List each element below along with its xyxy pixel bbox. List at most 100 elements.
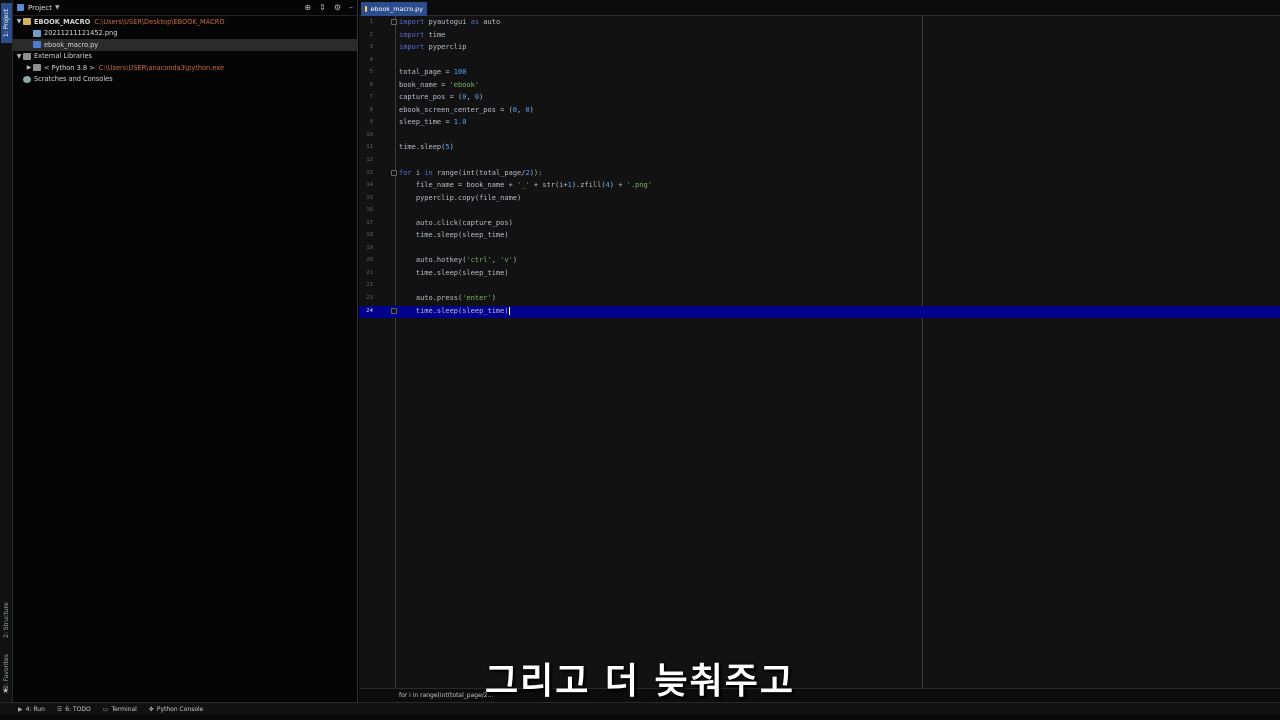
tree-item-label: Scratches and Consoles xyxy=(34,75,113,84)
tree-item[interactable]: ebook_macro.py xyxy=(13,39,357,51)
code-line[interactable]: 21 time.sleep(sleep_time) xyxy=(359,268,1280,281)
minimize-icon[interactable]: – xyxy=(349,3,353,12)
status-bar xyxy=(0,715,1280,720)
line-number: 14 xyxy=(366,182,373,189)
tree-item-path: C:\Users\USER\anaconda3\python.exe xyxy=(98,63,225,72)
code-line[interactable]: 1 import pyautogui as auto xyxy=(359,17,1280,30)
tree-item[interactable]: ▶ < Python 3.8 > C:\Users\USER\anaconda3\p… xyxy=(13,62,357,74)
code-line[interactable]: 8 ebook_screen_center_pos = (0, 0) xyxy=(359,105,1280,118)
gear-icon[interactable]: ⚙ xyxy=(334,3,341,12)
scratch-icon xyxy=(23,75,31,83)
code-editor: ebook_macro.py 1 import pyautogui as auto… xyxy=(359,0,1280,702)
code-line[interactable]: 3 import pyperclip xyxy=(359,42,1280,55)
project-panel-header: Project ▼ ⊕ ⇕ ⚙ – xyxy=(13,0,357,16)
code-line[interactable]: 2 import time xyxy=(359,30,1280,43)
fold-marker-icon[interactable] xyxy=(391,169,397,176)
code-text: time.sleep(sleep_time) xyxy=(399,306,510,315)
code-line[interactable]: 16 xyxy=(359,205,1280,218)
todo-tool-label: 6: TODO xyxy=(65,705,91,713)
code-text: import pyperclip xyxy=(399,43,467,52)
code-text: time.sleep(sleep_time) xyxy=(399,231,509,240)
tree-item-label: ebook_macro.py xyxy=(44,40,99,49)
tree-item[interactable]: ▼ EBOOK_MACRO C:\Users\USER\Desktop\EBOOK_… xyxy=(13,16,357,28)
run-tool-button[interactable]: ▶ 4: Run xyxy=(18,706,45,713)
png-icon xyxy=(33,29,41,37)
tree-item[interactable]: Scratches and Consoles xyxy=(13,74,357,86)
fold-marker-icon[interactable] xyxy=(391,19,397,25)
lib-icon xyxy=(23,52,31,60)
chevron-down-icon[interactable]: ▼ xyxy=(15,18,23,25)
code-line[interactable]: 11 time.sleep(5) xyxy=(359,142,1280,155)
folder-icon xyxy=(23,18,31,26)
text-caret xyxy=(508,306,510,315)
chevron-down-icon[interactable]: ▼ xyxy=(55,4,60,11)
python-console-tool-label: Python Console xyxy=(156,705,204,713)
panel-actions: ⊕ ⇕ ⚙ – xyxy=(304,3,353,12)
code-line[interactable]: 14 file_name = book_name + '_' + str(i+1… xyxy=(359,180,1280,193)
code-line[interactable]: 13 for i in range(int(total_page/2)): xyxy=(359,168,1280,181)
code-line[interactable]: 17 auto.click(capture_pos) xyxy=(359,218,1280,231)
todo-tool-button[interactable]: ☰ 6: TODO xyxy=(57,706,91,713)
code-line[interactable]: 6 book_name = 'ebook' xyxy=(359,80,1280,93)
code-text: import time xyxy=(399,30,446,39)
line-number: 4 xyxy=(369,56,373,63)
line-number: 16 xyxy=(366,207,373,214)
project-panel-title[interactable]: Project xyxy=(28,4,52,12)
line-number: 5 xyxy=(369,69,373,76)
run-tool-label: 4: Run xyxy=(25,705,45,713)
code-text: ebook_screen_center_pos = (0, 0) xyxy=(399,105,534,114)
code-text: total_page = 100 xyxy=(399,68,467,77)
fold-marker-icon[interactable] xyxy=(391,307,397,314)
tree-item-label: External Libraries xyxy=(34,52,92,61)
line-number: 8 xyxy=(369,106,373,113)
project-panel: Project ▼ ⊕ ⇕ ⚙ – ▼ EBOOK_MACRO C:\Users\U… xyxy=(13,0,358,702)
py-icon xyxy=(33,41,41,49)
code-line[interactable]: 9 sleep_time = 1.0 xyxy=(359,117,1280,130)
tree-item[interactable]: 20211211121452.png xyxy=(13,28,357,40)
code-text: sleep_time = 1.0 xyxy=(399,118,467,127)
python-icon: ✤ xyxy=(148,705,154,713)
editor-tab-label: ebook_macro.py xyxy=(370,5,423,13)
code-text: capture_pos = (0, 0) xyxy=(399,93,484,102)
code-line[interactable]: 23 auto.press('enter') xyxy=(359,293,1280,306)
code-text: book_name = 'ebook' xyxy=(399,80,480,89)
tree-item[interactable]: ▼ External Libraries xyxy=(13,51,357,63)
locate-icon[interactable]: ⊕ xyxy=(304,3,311,12)
code-line[interactable]: 10 xyxy=(359,130,1280,143)
code-line[interactable]: 7 capture_pos = (0, 0) xyxy=(359,92,1280,105)
python-console-tool-button[interactable]: ✤ Python Console xyxy=(149,706,204,713)
code-line[interactable]: 5 total_page = 100 xyxy=(359,67,1280,80)
code-text: auto.click(capture_pos) xyxy=(399,218,513,227)
line-number: 3 xyxy=(369,44,373,51)
editor-tab-ebook-macro[interactable]: ebook_macro.py xyxy=(361,2,427,16)
line-number: 12 xyxy=(366,157,373,164)
code-line[interactable]: 19 xyxy=(359,243,1280,256)
code-line[interactable]: 12 xyxy=(359,155,1280,168)
collapse-icon[interactable]: ⇕ xyxy=(319,3,326,12)
line-number: 21 xyxy=(366,269,373,276)
terminal-tool-button[interactable]: ▭ Terminal xyxy=(103,706,137,713)
chevron-right-icon[interactable]: ▶ xyxy=(25,64,33,71)
chevron-down-icon[interactable]: ▼ xyxy=(15,53,23,60)
play-icon: ▶ xyxy=(18,705,23,713)
structure-tool-tab[interactable]: 2: Structure xyxy=(1,600,12,640)
line-number: 24 xyxy=(366,307,373,314)
code-line[interactable]: 18 time.sleep(sleep_time) xyxy=(359,230,1280,243)
code-line[interactable]: 4 xyxy=(359,55,1280,68)
code-area[interactable]: 1 import pyautogui as auto 2 import time 3 im… xyxy=(359,17,1280,319)
line-number: 20 xyxy=(366,257,373,264)
line-number: 17 xyxy=(366,219,373,226)
line-number: 11 xyxy=(366,144,373,151)
tree-item-label: < Python 3.8 > xyxy=(44,63,95,72)
line-number: 13 xyxy=(366,169,373,176)
code-line[interactable]: 22 xyxy=(359,280,1280,293)
code-line[interactable]: 15 pyperclip.copy(file_name) xyxy=(359,193,1280,206)
code-text: for i in range(int(total_page/2)): xyxy=(399,168,543,177)
code-line[interactable]: 24 time.sleep(sleep_time) xyxy=(359,305,1280,319)
project-tool-tab[interactable]: 1: Project xyxy=(1,3,12,43)
code-line[interactable]: 20 auto.hotkey('ctrl', 'v') xyxy=(359,255,1280,268)
project-tree: ▼ EBOOK_MACRO C:\Users\USER\Desktop\EBOOK_… xyxy=(13,16,357,85)
code-text: auto.press('enter') xyxy=(399,294,496,303)
line-number: 2 xyxy=(369,31,373,38)
code-text: pyperclip.copy(file_name) xyxy=(399,193,522,202)
